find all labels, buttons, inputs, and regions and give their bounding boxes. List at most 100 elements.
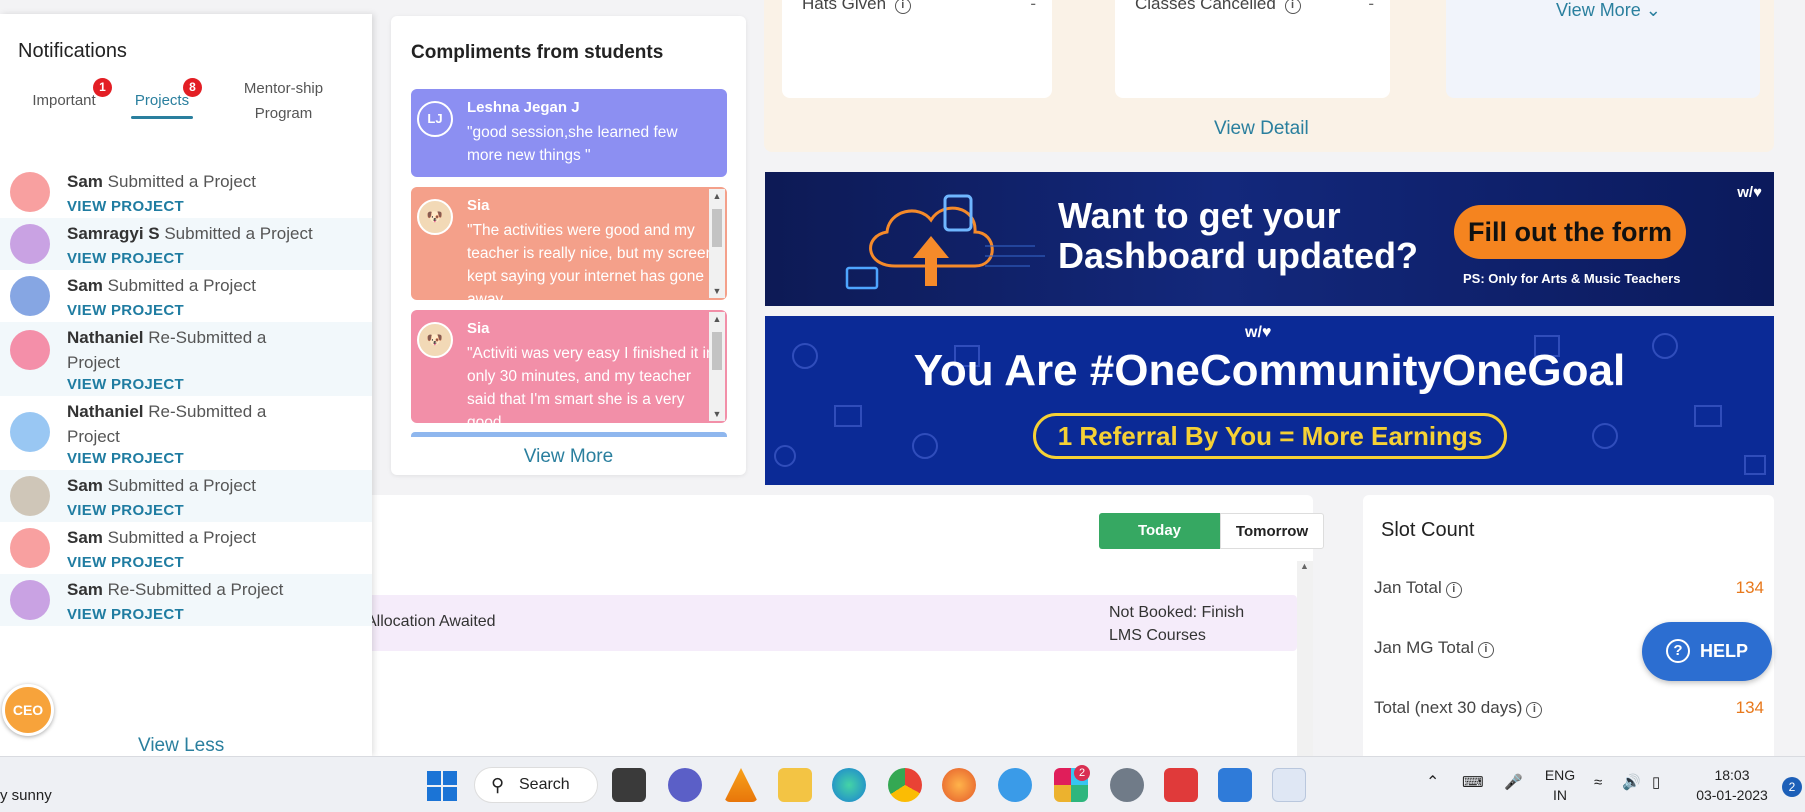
compliment-item: 🐶 Sia "Activiti was very easy I finished… [411,310,727,423]
info-icon[interactable]: i [1526,702,1543,718]
notification-text: Sam Submitted a Project [67,476,257,495]
view-project-link[interactable]: VIEW PROJECT [67,606,184,623]
compliment-message: "The activities were good and my teacher… [467,222,715,300]
slot-row-total-next-30-days: Total (next 30 days) i 134 [1374,698,1764,718]
next-compliment-peek [411,432,727,437]
view-less-link[interactable]: View Less [138,735,224,756]
dashboard-update-banner[interactable]: Want to get your Dashboard updated? Fill… [765,172,1774,306]
scroll-up-icon[interactable]: ▲ [1300,561,1309,571]
microphone-icon[interactable]: 🎤 [1504,773,1523,793]
wifi-icon[interactable]: ≈ [1594,773,1602,793]
notification-item[interactable]: Nathaniel Re-Submitted a Project VIEW PR… [0,322,372,396]
keyboard-icon[interactable]: ⌨ [1462,773,1484,793]
notepad-icon[interactable] [1218,768,1252,802]
tab-label: Projects [134,92,190,109]
view-project-link[interactable]: VIEW PROJECT [67,250,184,267]
windows-start-icon[interactable] [427,771,457,801]
compliments-view-more-link[interactable]: View More [391,446,746,468]
windows-taskbar: y sunny ⚲ Search 2 ⌃ ⌨ 🎤 ENG IN ≈ 🔊 ▯ 18:0… [0,756,1805,812]
fill-out-form-button[interactable]: Fill out the form [1454,205,1686,259]
question-icon: ? [1665,639,1690,663]
compliment-item: LJ Leshna Jegan J "good session,she lear… [411,89,727,177]
edge-icon[interactable] [832,768,866,802]
view-project-link[interactable]: VIEW PROJECT [67,376,184,393]
view-project-link[interactable]: VIEW PROJECT [67,502,184,519]
notification-count-badge[interactable]: 2 [1782,777,1802,797]
tab-projects-badge: 8 [183,78,202,97]
battery-icon[interactable]: ▯ [1652,773,1660,793]
notification-text: Sam Re-Submitted a Project [67,580,284,599]
notification-item[interactable]: Samragyi S Submitted a Project VIEW PROJ… [0,218,372,270]
notification-item[interactable]: Sam Submitted a Project VIEW PROJECT [0,522,372,574]
compliment-item: 🐶 Sia "The activities were good and my t… [411,187,727,300]
avatar [10,172,50,212]
schedule-row[interactable]: Allocation Awaited Not Booked: Finish LM… [366,595,1297,651]
scroll-up-icon[interactable]: ▲ [709,191,725,201]
community-referral-banner[interactable]: w/♥ You Are #OneCommunityOneGoal 1 Refer… [765,316,1774,485]
notification-text: Nathaniel Re-Submitted a Project [67,328,267,372]
notification-item[interactable]: Sam Submitted a Project VIEW PROJECT [0,166,372,226]
scroll-down-icon[interactable]: ▼ [709,286,725,296]
firefox-icon[interactable] [942,768,976,802]
language-indicator[interactable]: ENG IN [1540,765,1580,805]
brand-logo-icon: w/♥ [1245,324,1272,341]
scroll-down-icon[interactable]: ▼ [709,409,725,419]
info-icon[interactable]: i [1477,642,1494,658]
today-toggle-button[interactable]: Today [1099,513,1220,549]
view-project-link[interactable]: VIEW PROJECT [67,554,184,571]
avatar [10,528,50,568]
vlc-icon[interactable] [724,768,758,802]
chevron-up-icon[interactable]: ⌃ [1426,773,1439,793]
notification-item[interactable]: Nathaniel Re-Submitted a Project VIEW PR… [0,396,372,470]
stats-view-more-link[interactable]: View More ⌄ [1556,0,1661,21]
dog-avatar-icon: 🐶 [417,322,453,358]
slot-row-jan-total: Jan Total i 134 [1374,578,1764,598]
app-icon[interactable] [998,768,1032,802]
search-icon: ⚲ [491,775,505,795]
snipping-tool-icon[interactable] [1272,768,1306,802]
tab-important-badge: 1 [93,78,112,97]
notification-text: Nathaniel Re-Submitted a Project [67,402,267,446]
scroll-thumb[interactable] [712,332,722,370]
tomorrow-toggle-button[interactable]: Tomorrow [1220,513,1324,549]
file-explorer-icon[interactable] [778,768,812,802]
notification-item[interactable]: Sam Re-Submitted a Project VIEW PROJECT [0,574,372,626]
view-detail-link[interactable]: View Detail [1214,118,1309,140]
info-icon[interactable]: i [894,0,911,14]
info-icon[interactable]: i [1445,582,1462,598]
compliment-author: Sia [467,197,490,214]
tab-mentorship-program[interactable]: Mentor-ship Program [236,76,331,126]
allocation-status: Allocation Awaited [366,613,496,630]
compliment-scrollbar[interactable]: ▲ ▼ [709,189,725,298]
view-project-link[interactable]: VIEW PROJECT [67,302,184,319]
scroll-thumb[interactable] [712,209,722,247]
tab-important[interactable]: Important [28,88,100,113]
notification-text: Sam Submitted a Project [67,172,257,191]
schedule-panel: Today Tomorrow Allocation Awaited Not Bo… [366,495,1324,756]
notification-item[interactable]: Sam Submitted a Project VIEW PROJECT [0,470,372,522]
schedule-scrollbar[interactable]: ▲ [1297,561,1313,756]
settings-gear-icon[interactable] [1110,768,1144,802]
teams-chat-icon[interactable] [668,768,702,802]
scroll-up-icon[interactable]: ▲ [709,314,725,324]
stat-hats-given: Hats Given i - [782,0,1052,98]
ceo-badge-icon[interactable]: CEO [2,684,54,736]
task-view-icon[interactable] [612,768,646,802]
compliment-author: Leshna Jegan J [467,99,580,116]
notification-item[interactable]: Sam Submitted a Project VIEW PROJECT [0,270,372,322]
clock[interactable]: 18:03 03-01-2023 [1690,765,1774,805]
help-button[interactable]: ? HELP [1642,622,1772,681]
chrome-icon[interactable] [888,768,922,802]
compliment-message: "good session,she learned few more new t… [467,124,678,164]
info-icon[interactable]: i [1284,0,1301,14]
notification-text: Sam Submitted a Project [67,276,257,295]
slot-value: 134 [1735,578,1764,597]
taskbar-search[interactable]: ⚲ Search [474,767,598,803]
view-project-link[interactable]: VIEW PROJECT [67,198,184,215]
weather-widget[interactable]: y sunny [0,787,52,804]
view-project-link[interactable]: VIEW PROJECT [67,450,184,467]
anydesk-icon[interactable] [1164,768,1198,802]
volume-icon[interactable]: 🔊 [1622,773,1641,793]
notifications-panel: Notifications Important 1 Projects 8 Men… [0,14,372,756]
compliment-scrollbar[interactable]: ▲ ▼ [709,312,725,421]
